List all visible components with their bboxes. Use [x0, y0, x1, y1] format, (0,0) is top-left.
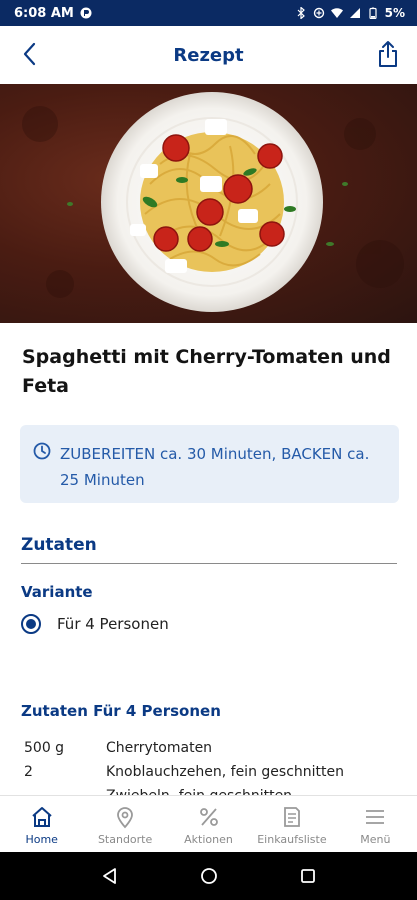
preparation-time-box: ZUBEREITEN ca. 30 Minuten, BACKEN ca. 25… [20, 425, 399, 503]
bottom-navigation: Home Standorte Aktionen Einkaufsliste Me… [0, 795, 417, 852]
ingredient-amount: 500 g [24, 740, 65, 756]
battery-icon [369, 7, 377, 19]
nav-label: Menü [360, 833, 391, 846]
ingredient-name: Cherrytomaten [106, 740, 213, 756]
recipe-title: Spaghetti mit Cherry-Tomaten und Feta [22, 346, 391, 397]
share-icon [379, 41, 397, 67]
back-button[interactable] [14, 39, 44, 69]
ingredient-amount: 2 [24, 764, 33, 780]
system-home-icon[interactable] [200, 867, 218, 885]
app-notification-icon [80, 7, 92, 19]
section-divider [21, 563, 397, 564]
share-button[interactable] [373, 38, 403, 70]
variant-option-label: Für 4 Personen [57, 615, 169, 633]
nav-label: Standorte [97, 833, 153, 846]
menu-icon [362, 804, 388, 830]
location-pin-icon [112, 804, 138, 830]
bluetooth-icon [297, 7, 305, 19]
system-back-icon[interactable] [101, 867, 119, 885]
recipe-image [0, 84, 417, 323]
signal-icon [349, 8, 360, 18]
nav-label: Aktionen [184, 833, 233, 846]
ingredient-row: 2 Knoblauchzehen, fein geschnitten [24, 760, 394, 784]
nav-item-home[interactable]: Home [0, 796, 83, 852]
system-recents-icon[interactable] [300, 868, 316, 884]
page-title: Rezept [173, 44, 244, 66]
radio-button-selected[interactable] [21, 614, 41, 634]
ingredients-list-title: Zutaten Für 4 Personen [21, 702, 221, 720]
status-left: 6:08 AM [14, 6, 92, 21]
status-time: 6:08 AM [14, 5, 74, 21]
ingredients-heading: Zutaten [21, 535, 97, 555]
nav-label: Home [25, 833, 58, 846]
ingredient-row: 500 g Cherrytomaten [24, 736, 394, 760]
nav-item-standorte[interactable]: Standorte [83, 796, 166, 852]
data-saver-icon [313, 7, 324, 19]
home-icon [29, 804, 55, 830]
preparation-time-text: ZUBEREITEN ca. 30 Minuten, BACKEN ca. 25… [60, 445, 370, 489]
variant-option-4-persons[interactable]: Für 4 Personen [21, 614, 169, 634]
percent-icon [196, 804, 222, 830]
battery-level: 5% [384, 6, 405, 20]
shopping-list-icon [279, 804, 305, 830]
variant-label: Variante [21, 583, 93, 601]
wifi-icon [330, 8, 343, 18]
nav-label: Einkaufsliste [257, 833, 327, 846]
nav-item-aktionen[interactable]: Aktionen [167, 796, 250, 852]
chevron-left-icon [23, 42, 36, 66]
nav-item-einkaufsliste[interactable]: Einkaufsliste [250, 796, 333, 852]
system-navigation-bar [0, 852, 417, 900]
nav-item-menu[interactable]: Menü [334, 796, 417, 852]
clock-icon [33, 442, 51, 460]
ingredient-name: Knoblauchzehen, fein geschnitten [106, 764, 344, 780]
status-right: 5% [295, 6, 405, 20]
status-bar: 6:08 AM 5% [0, 0, 417, 26]
app-header: Rezept [0, 26, 417, 84]
